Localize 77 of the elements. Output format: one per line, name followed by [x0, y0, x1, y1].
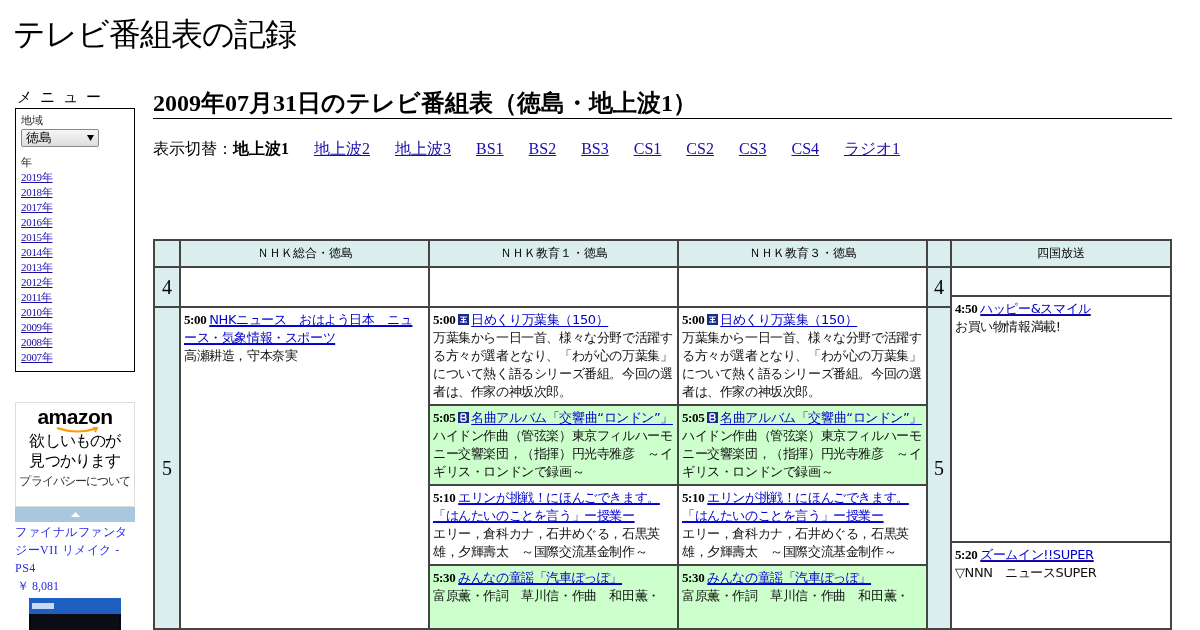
year-link[interactable]: 2018年: [21, 185, 53, 200]
program-description: エリー，倉科カナ，石井めぐる，石黒英雄，夕輝壽太 ～国際交流基金制作～: [433, 525, 661, 561]
up-arrow-icon: [70, 512, 80, 517]
program-title-link[interactable]: 名曲アルバム「交響曲“ロンドン”」: [471, 410, 673, 425]
year-link[interactable]: 2014年: [21, 245, 53, 260]
program-heading-link[interactable]: 5:30 みんなの童謡「汽車ぽっぽ」: [433, 569, 674, 587]
program-time: 5:05: [682, 410, 705, 425]
year-link[interactable]: 2007年: [21, 350, 53, 365]
ad-collapse-bar[interactable]: [15, 507, 135, 522]
ad-tagline: 欲しいものが見つかります: [28, 431, 122, 471]
year-link[interactable]: 2012年: [21, 275, 53, 290]
channel-tab[interactable]: BS3: [581, 137, 609, 161]
program-heading-link[interactable]: 5:00 NHKニュース おはよう日本 ニュース・気象情報・スポーツ: [184, 311, 425, 347]
channel-tab[interactable]: CS2: [686, 137, 714, 161]
caret-icon: [87, 135, 94, 141]
program-heading-link[interactable]: 5:30 みんなの童謡「汽車ぽっぽ」: [682, 569, 923, 587]
ad-banner[interactable]: amazon 欲しいものが見つかります プライバシーについて: [15, 402, 135, 507]
header-corner: [155, 241, 179, 266]
program-description: エリー，倉科カナ，石井めぐる，石黒英雄，夕輝壽太 ～国際交流基金制作～: [682, 525, 910, 561]
program-title-link[interactable]: 日めくり万葉集（150）: [471, 312, 609, 327]
year-link[interactable]: 2016年: [21, 215, 53, 230]
hour-label: 4: [155, 268, 179, 306]
smile-arrow-icon: [56, 427, 100, 434]
program-time: 5:05: [433, 410, 456, 425]
year-link[interactable]: 2010年: [21, 305, 53, 320]
region-label: 地域: [21, 114, 43, 128]
program-description: 富原薫・作詞 草川信・作曲 和田薫・: [433, 587, 661, 605]
year-link[interactable]: 2008年: [21, 335, 53, 350]
program-description: ▽NNN ニュースSUPER: [955, 564, 1098, 582]
year-link[interactable]: 2019年: [21, 170, 53, 185]
program-time: 5:00: [682, 312, 705, 327]
product-link[interactable]: ファイナルファンタジーVII リメイク - PS4: [15, 523, 135, 577]
channel-tab[interactable]: ラジオ1: [844, 137, 901, 161]
program-description: お買い物情報満載!: [955, 318, 1062, 336]
year-link[interactable]: 2011年: [21, 290, 53, 305]
year-link[interactable]: 2013年: [21, 260, 53, 275]
channel-header: ＮＨＫ教育３・徳島: [679, 241, 926, 266]
channel-tab[interactable]: BS2: [528, 137, 557, 161]
channel-tab[interactable]: BS1: [476, 137, 504, 161]
program-title-link[interactable]: 名曲アルバム「交響曲“ロンドン”」: [720, 410, 922, 425]
hour-label: 4: [928, 268, 950, 306]
program-description: 万葉集から一日一首、様々な分野で活躍する方々が選者となり、「わが心の万葉集」について熱く語るシリーズ番組。今回の選者は、作家の神坂次郎。: [433, 329, 674, 401]
year-link[interactable]: 2015年: [21, 230, 53, 245]
hour-label: 5: [928, 308, 950, 628]
year-label: 年: [21, 156, 32, 170]
year-link[interactable]: 2017年: [21, 200, 53, 215]
ad-logo: amazon: [37, 407, 113, 427]
program-description: ハイドン作曲（管弦楽）東京フィルハーモニー交響楽団，（指揮）円光寺雅彦 ～イギリス・ロンドンで録画～: [433, 427, 674, 481]
hour-label: 5: [155, 308, 179, 628]
product-price: ￥ 8,081: [17, 578, 60, 595]
program-heading-link[interactable]: 5:20 ズームイン!!SUPER: [955, 546, 1167, 564]
program-description: 高瀬耕造，守本奈実: [184, 347, 299, 365]
program-description: 万葉集から一日一首、様々な分野で活躍する方々が選者となり、「わが心の万葉集」について熱く語るシリーズ番組。今回の選者は、作家の神坂次郎。: [682, 329, 923, 401]
channel-tab[interactable]: CS3: [738, 137, 767, 161]
channel-header: ＮＨＫ総合・徳島: [181, 241, 428, 266]
channel-tab[interactable]: 地上波3: [395, 137, 451, 161]
program-heading-link[interactable]: 5:10 エリンが挑戦！にほんごできます。「はんたいのことを言う」ー授業ー: [433, 489, 674, 525]
program-description: ハイドン作曲（管弦楽）東京フィルハーモニー交響楽団，（指揮）円光寺雅彦 ～イギリス・ロンドンで録画～: [682, 427, 923, 481]
page-heading: 2009年07月31日のテレビ番組表（徳島・地上波1）: [153, 88, 1172, 119]
channel-header: ＮＨＫ教育１・徳島: [430, 241, 677, 266]
program-title-link[interactable]: 日めくり万葉集（150）: [720, 312, 858, 327]
site-title: テレビ番組表の記録: [13, 14, 297, 54]
channel-tab[interactable]: 地上波1: [233, 137, 289, 161]
program-description: 富原薫・作詞 草川信・作曲 和田薫・: [682, 587, 910, 605]
privacy-link[interactable]: プライバシーについて: [19, 474, 131, 488]
region-select[interactable]: 徳島: [21, 129, 99, 147]
channel-tab[interactable]: 地上波2: [314, 137, 370, 161]
year-link[interactable]: 2009年: [21, 320, 53, 335]
menu-heading: メニュー: [17, 88, 109, 106]
switcher-label: 表示切替：: [153, 139, 233, 159]
header-corner: [928, 241, 950, 266]
channel-tab[interactable]: CS1: [633, 137, 662, 161]
program-time: 5:00: [433, 312, 456, 327]
channel-header: 四国放送: [952, 241, 1170, 266]
program-heading-link[interactable]: 5:10 エリンが挑戦！にほんごできます。「はんたいのことを言う」ー授業ー: [682, 489, 923, 525]
channel-tab[interactable]: CS4: [791, 137, 820, 161]
program-heading-link[interactable]: 4:50 ハッピー&スマイル: [955, 300, 1167, 318]
